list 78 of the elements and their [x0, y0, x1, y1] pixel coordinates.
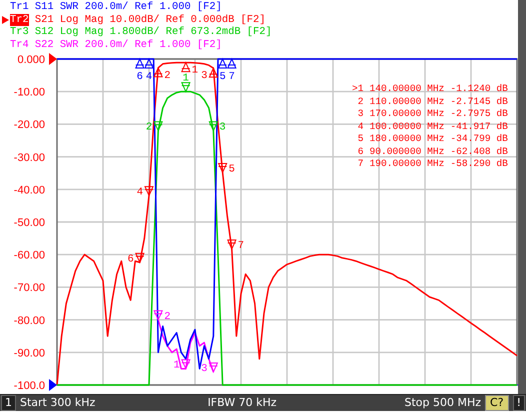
reference-label: Ref 0.000dB — [166, 14, 234, 26]
marker-frequency: 140.00000 MHz — [370, 83, 444, 96]
marker-flag[interactable]: 2 — [153, 310, 170, 323]
reference-label: Ref 673.2mdB — [166, 26, 241, 38]
calibration-button[interactable]: C? — [485, 395, 509, 411]
marker-value: -62.408 dB — [450, 146, 508, 158]
marker-frequency: 180.00000 MHz — [370, 133, 444, 146]
marker-flag[interactable]: 4 — [136, 186, 154, 199]
reference-level-icon — [49, 53, 57, 65]
marker-flag[interactable]: 7 — [227, 240, 244, 252]
marker-flag[interactable]: 4 — [144, 58, 154, 83]
marker-flag[interactable]: 7 — [227, 58, 236, 83]
s-parameter-label: S11 — [34, 1, 54, 14]
trace-label[interactable]: Tr1 — [10, 1, 29, 14]
marker-frequency: 190.00000 MHz — [370, 158, 444, 170]
marker-flag[interactable]: 1 — [181, 72, 190, 92]
y-tick-label: -90.00 — [14, 347, 45, 360]
format-label: Log Mag — [60, 14, 104, 26]
softkey-label: [F2] — [240, 14, 266, 26]
y-tick-label: -10.00 — [14, 86, 45, 99]
trace-label[interactable]: Tr4 — [10, 38, 29, 51]
y-tick-label: -40.00 — [14, 184, 45, 196]
format-label: SWR — [60, 38, 79, 51]
marker-flag[interactable]: 1 — [174, 359, 190, 372]
marker-number: 4 — [358, 120, 364, 133]
marker-frequency: 100.00000 MHz — [370, 120, 444, 133]
marker-flag[interactable]: 3 — [201, 68, 218, 82]
scale-label: 10.00dB/ — [110, 14, 160, 26]
y-tick-label: -30.00 — [14, 152, 45, 164]
stop-frequency: Stop 500 MHz — [404, 396, 482, 410]
s-parameter-label: S12 — [34, 26, 54, 38]
reference-label: Ref 1.000 — [134, 38, 191, 51]
marker-value: -58.290 dB — [450, 158, 508, 170]
marker-number: 6 — [358, 146, 364, 158]
reference-label: Ref 1.000 — [134, 1, 191, 14]
marker-number: >1 — [352, 83, 364, 96]
y-tick-label: -100.0 — [14, 380, 45, 392]
channel-indicator[interactable]: 1 — [1, 395, 16, 411]
y-tick-label: -50.00 — [14, 217, 45, 229]
marker-value: -1.1240 dB — [450, 83, 508, 96]
ifbw-label: IFBW 70 kHz — [208, 396, 277, 410]
softkey-label: [F2] — [246, 26, 272, 38]
s-parameter-label: S22 — [34, 38, 54, 51]
marker-number: 2 — [358, 96, 364, 108]
scale-label: 1.800dB/ — [110, 26, 160, 38]
marker-flag[interactable]: 2 — [153, 67, 170, 82]
start-frequency: Start 300 kHz — [20, 396, 96, 410]
scale-label: 200.0m/ — [84, 38, 128, 51]
y-tick-label: 0.000 — [17, 54, 45, 66]
scale-label: 200.0m/ — [84, 1, 128, 14]
marker-value: -2.7145 dB — [450, 96, 508, 108]
marker-frequency: 90.000000 MHz — [370, 146, 444, 158]
marker-flag[interactable]: 5 — [218, 162, 235, 176]
marker-flag[interactable]: 3 — [208, 121, 226, 134]
format-label: Log Mag — [60, 26, 104, 38]
marker-flag[interactable]: 6 — [135, 58, 144, 83]
y-tick-label: -60.00 — [14, 250, 45, 262]
marker-number: 3 — [358, 108, 364, 120]
alert-indicator[interactable]: ! — [512, 395, 525, 411]
marker-value: -41.917 dB — [450, 120, 508, 133]
y-tick-label: -70.00 — [14, 282, 45, 294]
y-tick-label: -80.00 — [14, 314, 45, 327]
marker-number: 7 — [358, 158, 364, 170]
trace-label[interactable]: Tr3 — [10, 26, 29, 38]
marker-number: 5 — [358, 133, 364, 146]
s-parameter-label: S21 — [34, 14, 54, 26]
marker-flag[interactable]: 5 — [218, 58, 228, 83]
softkey-label: [F2] — [196, 1, 222, 14]
marker-flag[interactable]: 6 — [128, 252, 144, 266]
marker-value: -34.799 dB — [450, 133, 508, 146]
marker-flag[interactable]: 3 — [201, 362, 218, 375]
y-tick-label: -20.00 — [14, 119, 45, 132]
marker-frequency: 110.00000 MHz — [370, 96, 444, 108]
format-label: SWR — [60, 1, 79, 14]
reference-level-icon — [49, 379, 57, 391]
marker-frequency: 170.00000 MHz — [370, 108, 444, 120]
softkey-label: [F2] — [196, 38, 222, 51]
marker-value: -2.7975 dB — [450, 108, 508, 120]
